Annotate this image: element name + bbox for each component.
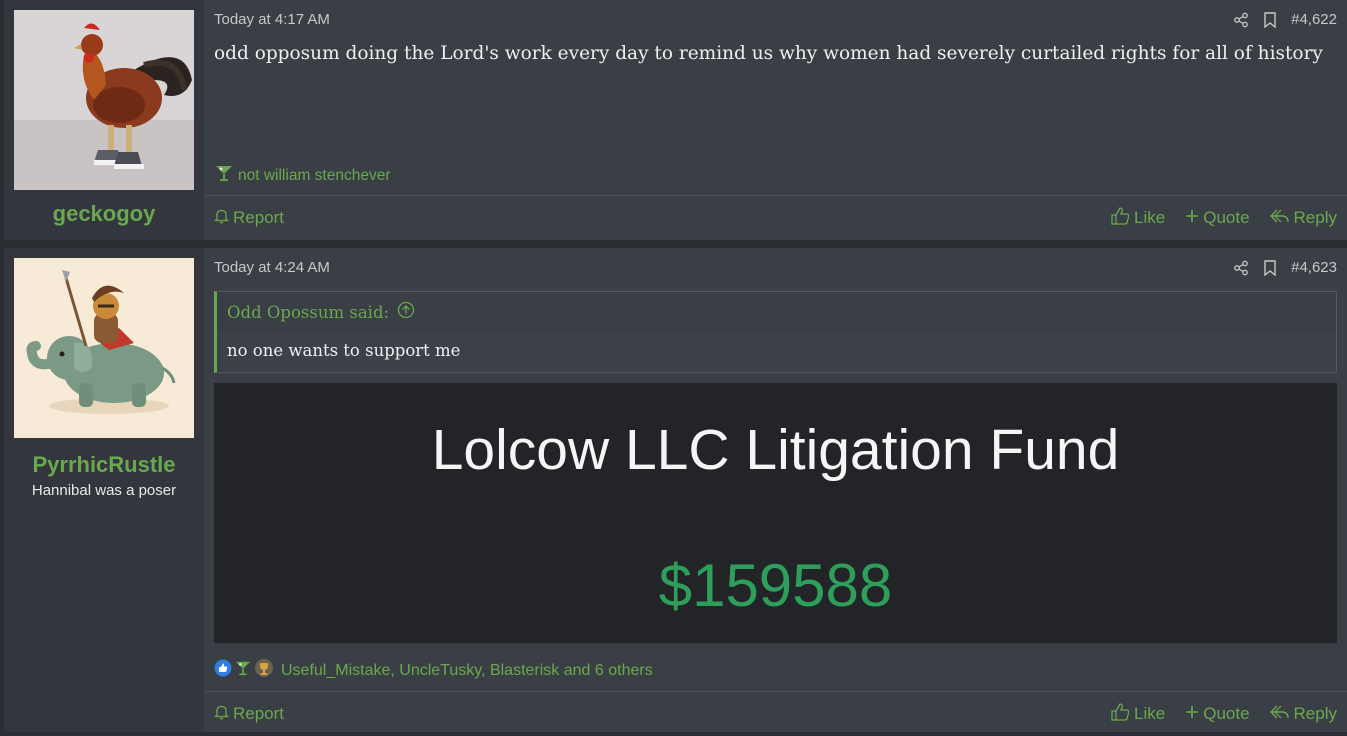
post-tools: #4,622 [1233,11,1337,28]
avatar[interactable] [14,258,194,438]
signature: not william stenchever [214,164,390,187]
report-label: Report [233,704,285,723]
quote-header[interactable]: Odd Opossum said: [217,292,1336,332]
reply-icon [1269,704,1290,725]
report-button[interactable]: Report [213,208,285,229]
post-number[interactable]: #4,623 [1291,259,1337,276]
post-footer: Report Like Quote Reply [204,195,1347,240]
post-body: Today at 4:24 AM #4,623 Odd Opossum said… [204,248,1347,732]
reply-button[interactable]: Reply [1269,208,1337,229]
user-panel: PyrrhicRustle Hannibal was a poser [4,248,204,732]
post-number[interactable]: #4,622 [1291,11,1337,28]
post-tools: #4,623 [1233,259,1337,276]
quote-author[interactable]: Odd Opossum said: [227,303,389,322]
martini-icon [234,659,252,682]
thumbs-up-icon [1110,702,1130,726]
post-date[interactable]: Today at 4:24 AM [214,259,330,276]
username[interactable]: geckogoy [4,201,204,227]
user-title: Hannibal was a poser [31,482,177,499]
quote-button[interactable]: Quote [1185,208,1250,228]
report-button[interactable]: Report [213,704,285,725]
plus-icon [1185,704,1199,724]
like-reaction-icon [214,659,232,682]
bell-icon [213,704,230,725]
quote-block: Odd Opossum said: no one wants to suppor… [214,291,1337,373]
reactions-bar[interactable]: Useful_Mistake, UncleTusky, Blasterisk a… [214,658,653,683]
post-content: odd opposum doing the Lord's work every … [214,43,1323,64]
fund-image[interactable]: Lolcow LLC Litigation Fund $159588 [214,383,1337,643]
signature-text: not william stenchever [238,166,391,184]
fund-amount: $159588 [658,552,893,619]
post-footer: Report Like Quote Reply [204,691,1347,736]
avatar[interactable] [14,10,194,190]
reply-icon [1269,208,1290,229]
bookmark-icon[interactable] [1263,259,1277,276]
quote-button[interactable]: Quote [1185,704,1250,724]
post-4623: PyrrhicRustle Hannibal was a poser Today… [4,248,1347,732]
martini-icon [214,164,234,187]
quote-label: Quote [1203,704,1250,723]
trophy-reaction-icon [254,658,274,683]
quote-text: no one wants to support me [227,341,461,360]
user-panel: geckogoy [4,0,204,240]
post-4622: geckogoy Today at 4:17 AM #4,622 odd opp… [4,0,1347,240]
plus-icon [1185,208,1199,228]
reply-label: Reply [1293,208,1337,227]
reply-button[interactable]: Reply [1269,704,1337,725]
bookmark-icon[interactable] [1263,11,1277,28]
post-body: Today at 4:17 AM #4,622 odd opposum doin… [204,0,1347,240]
bell-icon [213,208,230,229]
quote-label: Quote [1203,208,1250,227]
like-label: Like [1134,704,1166,723]
like-button[interactable]: Like [1110,206,1166,230]
post-date[interactable]: Today at 4:17 AM [214,11,330,28]
share-icon[interactable] [1233,12,1249,28]
thumbs-up-icon [1110,206,1130,230]
arrow-up-circle-icon[interactable] [397,301,415,323]
report-label: Report [233,208,285,227]
reply-label: Reply [1293,704,1337,723]
like-button[interactable]: Like [1110,702,1166,726]
reactions-text[interactable]: Useful_Mistake, UncleTusky, Blasterisk a… [281,662,653,680]
like-label: Like [1134,208,1166,227]
username[interactable]: PyrrhicRustle [4,452,204,478]
share-icon[interactable] [1233,260,1249,276]
fund-title: Lolcow LLC Litigation Fund [431,418,1120,482]
